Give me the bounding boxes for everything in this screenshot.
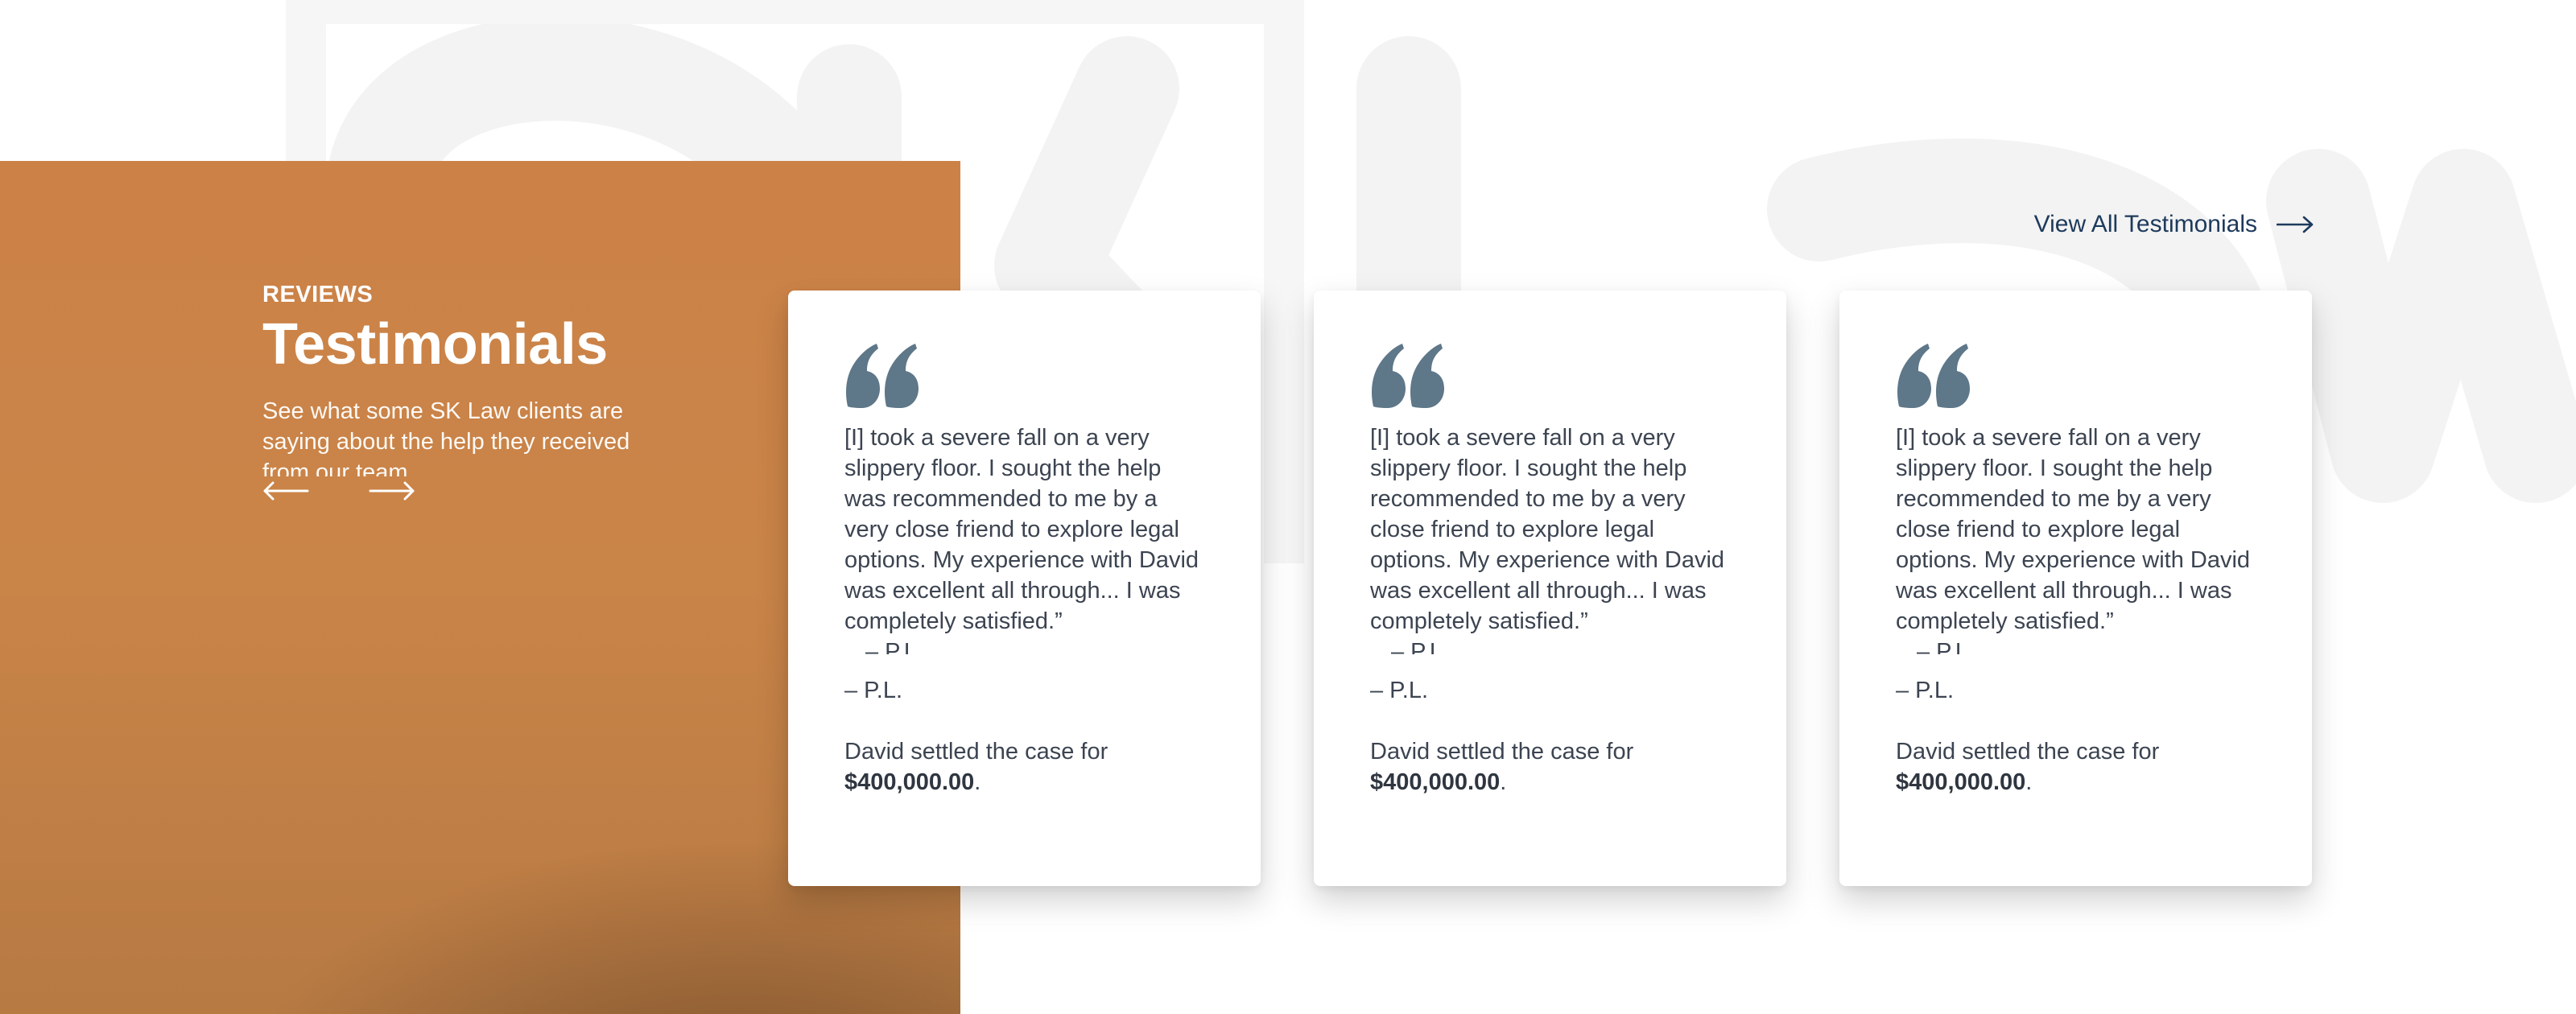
view-all-testimonials-link[interactable]: View All Testimonials [2034, 211, 2314, 238]
quote-mark-icon [1372, 344, 1444, 408]
section-heading: REVIEWS Testimonials See what some SK La… [262, 282, 633, 476]
next-button[interactable] [369, 473, 415, 509]
quote-mark-icon [1897, 344, 1970, 408]
arrow-left-icon [263, 481, 309, 501]
testimonial-cards: [I] took a severe fall on a very slipper… [788, 291, 2312, 886]
testimonial-quote: [I] took a severe fall on a very slipper… [844, 425, 1199, 634]
testimonial-card: [I] took a severe fall on a very slipper… [1839, 291, 2312, 886]
testimonial-quote: [I] took a severe fall on a very slipper… [1896, 425, 2251, 634]
settlement-amount: $400,000.00 [1896, 769, 2026, 795]
testimonial-author: – P.L. [1370, 678, 1429, 703]
view-all-label: View All Testimonials [2033, 211, 2257, 237]
settlement-amount: $400,000.00 [844, 769, 975, 795]
settlement-text: David settled the case for $400,000.00. [1896, 739, 2160, 795]
settlement-text: David settled the case for $400,000.00. [844, 739, 1108, 795]
quote-mark-icon [846, 344, 919, 408]
testimonials-section: REVIEWS Testimonials See what some SK La… [0, 0, 2576, 1014]
prev-button[interactable] [262, 473, 309, 509]
clipped-author: – P.L. [1370, 643, 1732, 654]
testimonial-author: – P.L. [1896, 678, 1955, 703]
testimonial-quote: [I] took a severe fall on a very slipper… [1370, 425, 1725, 634]
testimonial-author: – P.L. [844, 678, 903, 703]
arrow-right-icon [2277, 216, 2314, 233]
clipped-author: – P.L. [1896, 643, 2257, 654]
carousel-controls [262, 473, 415, 509]
clipped-author: – P.L. [844, 643, 1206, 654]
section-intro: See what some SK Law clients are saying … [262, 398, 630, 476]
testimonial-card: [I] took a severe fall on a very slipper… [788, 291, 1261, 886]
settlement-amount: $400,000.00 [1370, 769, 1501, 795]
arrow-right-icon [369, 481, 415, 501]
section-title: Testimonials [262, 312, 608, 377]
section-eyebrow: REVIEWS [262, 282, 374, 307]
testimonial-card: [I] took a severe fall on a very slipper… [1314, 291, 1786, 886]
settlement-text: David settled the case for $400,000.00. [1370, 739, 1634, 795]
